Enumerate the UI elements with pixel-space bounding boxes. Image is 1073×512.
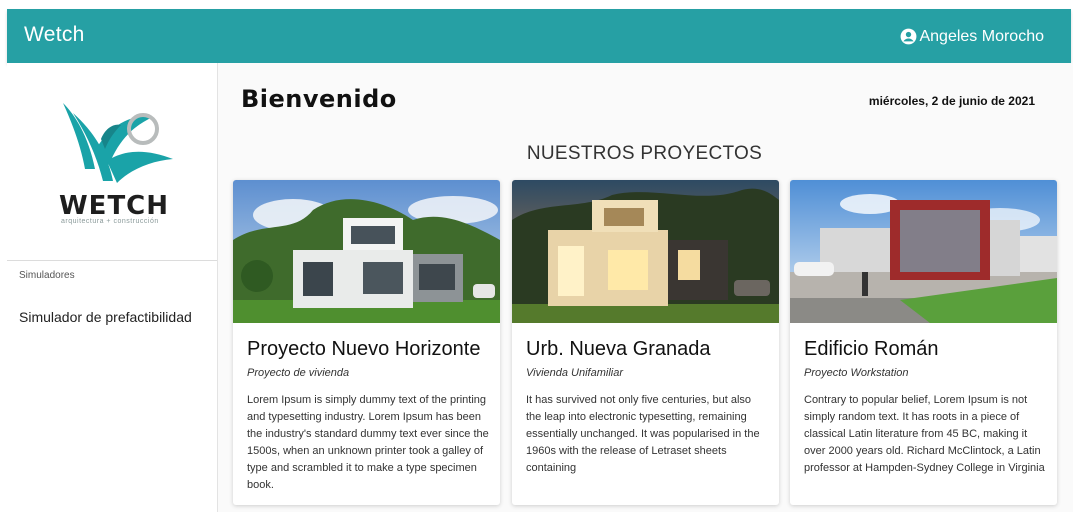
sidebar-item-simulador-prefactibilidad[interactable]: Simulador de prefactibilidad xyxy=(19,309,192,325)
user-name: Angeles Morocho xyxy=(919,27,1044,45)
project-description: It has survived not only five centuries,… xyxy=(526,394,760,474)
project-subtitle: Proyecto Workstation xyxy=(804,367,909,379)
logo-tagline: arquitectura + construcción xyxy=(61,218,159,225)
sidebar: WETCH arquitectura + construcción Simula… xyxy=(7,63,218,512)
project-image xyxy=(790,180,1057,323)
project-title: Edificio Román xyxy=(804,338,939,360)
top-app-bar: Wetch Angeles Morocho xyxy=(7,9,1071,63)
project-card[interactable]: Edificio Román Proyecto Workstation Cont… xyxy=(790,180,1057,505)
project-title: Urb. Nueva Granada xyxy=(526,338,711,360)
logo-area: WETCH arquitectura + construcción xyxy=(7,63,217,261)
project-card[interactable]: Urb. Nueva Granada Vivienda Unifamiliar … xyxy=(512,180,779,505)
current-date: miércoles, 2 de junio de 2021 xyxy=(868,94,1035,108)
project-title: Proyecto Nuevo Horizonte xyxy=(247,338,481,360)
project-image xyxy=(233,180,500,323)
project-description: Contrary to popular belief, Lorem Ipsum … xyxy=(804,394,1045,474)
user-menu[interactable]: Angeles Morocho xyxy=(899,27,1044,46)
project-card[interactable]: Proyecto Nuevo Horizonte Proyecto de viv… xyxy=(233,180,500,505)
project-image xyxy=(512,180,779,323)
project-subtitle: Proyecto de vivienda xyxy=(247,367,350,379)
project-subtitle: Vivienda Unifamiliar xyxy=(526,367,624,379)
app-title[interactable]: Wetch xyxy=(24,23,85,47)
main-content: Bienvenido miércoles, 2 de junio de 2021… xyxy=(218,63,1073,512)
sidebar-section-label: Simuladores xyxy=(19,270,75,281)
wetch-logo-graphic xyxy=(63,103,173,183)
page-title: Bienvenido xyxy=(241,85,397,113)
projects-section-title: NUESTROS PROYECTOS xyxy=(526,143,763,164)
account-circle-icon xyxy=(901,28,917,45)
logo-wordmark: WETCH xyxy=(59,191,170,221)
project-description: Lorem Ipsum is simply dummy text of the … xyxy=(247,394,489,491)
